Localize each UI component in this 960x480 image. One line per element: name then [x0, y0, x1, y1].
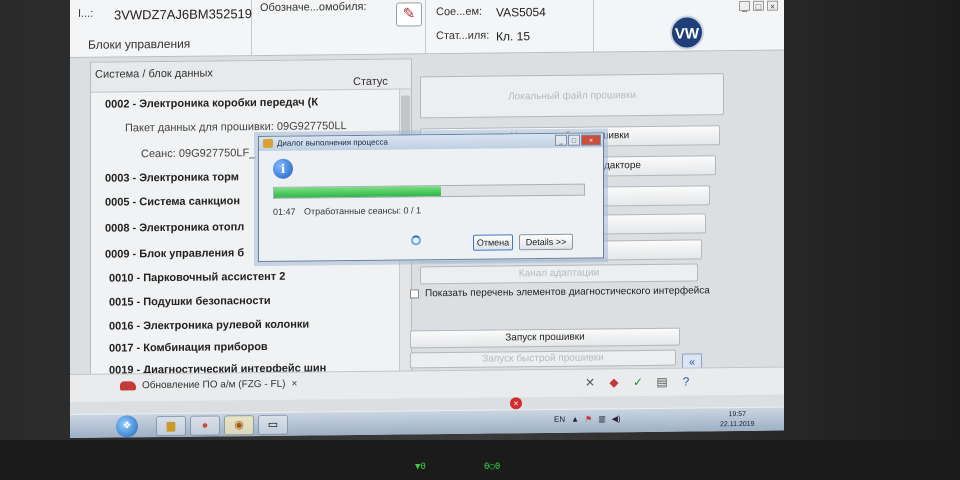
status-tab-close[interactable]: × [291, 379, 297, 390]
show-interface-checkbox[interactable] [410, 289, 419, 299]
status-tab-label: Обновление ПО а/м (FZG - FL) [142, 378, 286, 392]
tree-row[interactable]: 0010 - Парковочный ассистент 2 [109, 271, 285, 285]
monitor-led-right: 0○0 [484, 462, 501, 472]
car-icon [120, 381, 136, 391]
dialog-minimize-button[interactable]: _ [555, 134, 567, 146]
tree-header: Система / блок данных Статус [91, 59, 411, 93]
minimize-button[interactable]: _ [739, 0, 750, 12]
maximize-button[interactable]: □ [753, 0, 764, 12]
tree-row[interactable]: 0002 - Электроника коробки передач (К [105, 96, 318, 110]
dialog-titlebar[interactable]: Диалог выполнения процесса _ □ × [259, 133, 603, 152]
start-fast-flash-button[interactable]: Запуск быстрой прошивки [410, 349, 676, 369]
edit-vehicle-button[interactable]: ✎ [396, 2, 422, 27]
tree-row[interactable]: 0017 - Комбинация приборов [109, 341, 268, 355]
tree-row[interactable]: 0015 - Подушки безопасности [109, 295, 271, 309]
system-tray: EN ▲ ⚑ ▥ ◀) [554, 414, 621, 424]
details-button[interactable]: Details >> [519, 233, 573, 251]
connection-value: VAS5054 [496, 5, 546, 20]
column-header-system[interactable]: Система / блок данных [95, 68, 213, 81]
pencil-icon: ✎ [402, 5, 416, 23]
language-indicator[interactable]: EN [554, 415, 565, 424]
process-dialog: Диалог выполнения процесса _ □ × i 01:47… [258, 132, 604, 263]
sessions-text: Отработанные сеансы: 0 / 1 [304, 205, 422, 217]
loading-spinner-icon [411, 235, 421, 246]
status-label: Стат...иля: [436, 29, 490, 43]
monitor-bottom-bezel [0, 440, 960, 480]
document-icon[interactable]: ▤ [654, 375, 670, 390]
folder-icon: ▆ [166, 419, 176, 432]
clock[interactable]: 19:57 22.11.2019 [720, 410, 755, 430]
tray-arrow-icon[interactable]: ▲ [571, 415, 579, 424]
browser-icon: ● [201, 419, 209, 432]
tree-row[interactable]: 0016 - Электроника рулевой колонки [109, 318, 309, 332]
dialog-app-icon [263, 138, 273, 148]
local-file-button[interactable]: Локальный файл прошивки [420, 73, 724, 119]
adaptation-channel-button[interactable]: Канал адаптации [420, 263, 698, 285]
monitor-led-left: ▼0 [415, 462, 426, 472]
column-header-status[interactable]: Статус [353, 76, 388, 88]
section-title: Блоки управления [88, 36, 191, 52]
connection-label: Сое...ем: [436, 5, 483, 19]
network-icon[interactable]: ▥ [598, 414, 606, 423]
odis-icon: ◉ [234, 419, 244, 432]
screen: I...: 3VWDZ7AJ6BM352519 Обозначе...омоби… [70, 0, 784, 439]
vehicle-label: Обозначе...омобиля: [260, 0, 367, 15]
flag-icon[interactable]: ⚑ [585, 415, 592, 424]
dialog-maximize-button[interactable]: □ [568, 134, 580, 146]
clock-time: 19:57 [728, 410, 747, 419]
tree-row[interactable]: 0005 - Система санкцион [105, 195, 240, 208]
dialog-window-controls: _ □ × [555, 134, 601, 146]
vin-value: 3VWDZ7AJ6BM352519 [114, 6, 253, 23]
show-interface-row[interactable]: Показать перечень элементов диагностичес… [410, 285, 710, 299]
clock-date: 22.11.2019 [720, 420, 755, 429]
dialog-status-line: 01:47 Отработанные сеансы: 0 / 1 [273, 205, 421, 217]
toolbar-icons: ✕ ◆ ✓ ▤ ? [582, 374, 694, 390]
start-flash-button[interactable]: Запуск прошивки [410, 327, 680, 349]
window-controls: _ □ × [739, 0, 778, 12]
tree-row[interactable]: 0003 - Электроника торм [105, 171, 239, 184]
window-icon: ▭ [267, 418, 279, 431]
close-button[interactable]: × [767, 0, 778, 12]
vin-label: I...: [78, 7, 94, 20]
tree-row[interactable]: 0008 - Электроника отопл [105, 221, 244, 234]
tree-row[interactable]: Пакет данных для прошивки: 09G927750LL [125, 120, 347, 134]
taskbar-odis[interactable]: ◉ [224, 415, 254, 436]
process-progress-bar [273, 183, 585, 199]
tree-scrollbar-thumb[interactable] [401, 95, 410, 140]
tools-icon[interactable]: ✕ [582, 375, 598, 390]
dialog-close-button[interactable]: × [581, 134, 601, 146]
vehicle-cell: Обозначе...омобиля: ✎ [252, 0, 426, 57]
tree-row[interactable]: 0009 - Блок управления б [105, 247, 244, 260]
volume-icon[interactable]: ◀) [612, 414, 621, 423]
error-icon[interactable]: × [510, 397, 522, 410]
dialog-title: Диалог выполнения процесса [277, 137, 388, 148]
elapsed-time: 01:47 [273, 206, 296, 217]
taskbar-browser[interactable]: ● [190, 415, 220, 436]
taskbar-explorer[interactable]: ▆ [156, 415, 186, 437]
car-diagnostic-icon[interactable]: ◆ [606, 375, 622, 390]
cancel-button[interactable]: Отмена [473, 234, 513, 251]
info-icon: i [273, 158, 293, 179]
status-tab[interactable]: Обновление ПО а/м (FZG - FL) × [120, 379, 297, 392]
progress-fill [274, 186, 442, 198]
status-value: Кл. 15 [496, 29, 531, 44]
vw-logo: VW [670, 15, 704, 50]
check-document-icon[interactable]: ✓ [630, 375, 646, 390]
start-button[interactable]: ❖ [116, 415, 138, 438]
show-interface-label: Показать перечень элементов диагностичес… [425, 285, 710, 300]
connection-cell: Сое...ем: VAS5054 Стат...иля: Кл. 15 [426, 0, 594, 55]
tree-row[interactable]: Сеанс: 09G927750LF_ [141, 147, 255, 160]
help-icon[interactable]: ? [678, 374, 694, 389]
taskbar-window[interactable]: ▭ [258, 414, 288, 436]
